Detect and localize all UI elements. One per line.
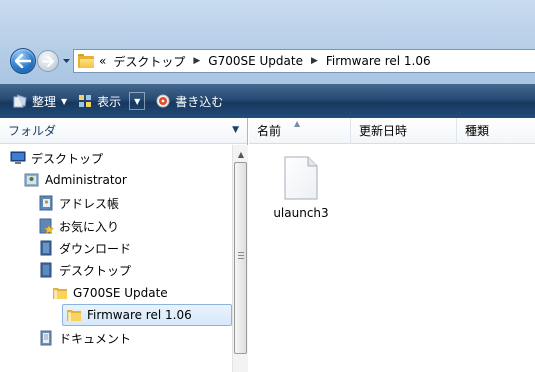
- sort-ascending-icon: ▲: [294, 118, 301, 128]
- views-dropdown[interactable]: ▼: [129, 92, 146, 110]
- chevron-down-icon: ▼: [61, 96, 68, 106]
- back-arrow-icon: [15, 54, 31, 68]
- scroll-thumb[interactable]: [234, 162, 247, 354]
- tree-item-label: デスクトップ: [31, 151, 104, 166]
- tree-item-desktop-folder[interactable]: デスクトップ: [38, 259, 131, 281]
- organize-button[interactable]: 整理 ▼: [8, 90, 73, 112]
- recent-pages-dropdown[interactable]: [61, 50, 71, 72]
- user-folder-icon: [24, 172, 40, 188]
- folder-tree: デスクトップ Administrator アドレス帳 お気に入り ダウンロード …: [0, 145, 232, 372]
- forward-button[interactable]: [37, 50, 59, 72]
- documents-icon: [38, 330, 54, 346]
- folders-header-label: フォルダ: [8, 124, 57, 138]
- folder-icon: [78, 53, 94, 68]
- tree-item-g700se-update[interactable]: G700SE Update: [52, 282, 168, 304]
- desktop-folder-icon: [38, 262, 54, 278]
- tree-item-favorites[interactable]: お気に入り: [38, 215, 119, 237]
- address-bar[interactable]: « デスクトップ ▶ G700SE Update ▶ Firmware rel …: [73, 49, 535, 73]
- breadcrumb-desktop[interactable]: デスクトップ: [110, 53, 188, 70]
- breadcrumb-separator-icon[interactable]: ▶: [306, 56, 323, 66]
- tree-item-documents[interactable]: ドキュメント: [38, 327, 131, 349]
- folders-header[interactable]: フォルダ ▼: [0, 118, 247, 144]
- command-bar: 整理 ▼ 表示 ▼ 書き込む: [0, 84, 535, 118]
- forward-arrow-icon: [42, 55, 54, 67]
- back-button[interactable]: [10, 48, 36, 74]
- breadcrumb-g700se-update[interactable]: G700SE Update: [205, 54, 306, 68]
- file-list-pane: 名前 ▲ 更新日時 種類 ulaunch3: [249, 117, 535, 372]
- desktop-icon: [10, 150, 26, 166]
- downloads-icon: [38, 240, 54, 256]
- tree-item-contacts[interactable]: アドレス帳: [38, 192, 119, 214]
- column-name[interactable]: 名前 ▲: [249, 117, 351, 144]
- navigation-row: « デスクトップ ▶ G700SE Update ▶ Firmware rel …: [10, 46, 535, 76]
- tree-item-administrator[interactable]: Administrator: [24, 169, 127, 191]
- tree-item-label: アドレス帳: [59, 196, 120, 211]
- tree-item-label: お気に入り: [59, 219, 120, 234]
- folder-icon: [52, 285, 68, 301]
- views-button[interactable]: 表示: [73, 90, 127, 112]
- file-name: ulaunch3: [273, 206, 329, 220]
- tree-item-downloads[interactable]: ダウンロード: [38, 237, 131, 259]
- breadcrumb-separator-icon[interactable]: ▶: [188, 56, 205, 66]
- contacts-icon: [38, 195, 54, 211]
- address-overflow[interactable]: «: [99, 54, 110, 68]
- column-name-label: 名前: [257, 124, 282, 138]
- scroll-grip-icon: [238, 252, 244, 259]
- folder-icon: [66, 307, 82, 323]
- tree-item-label: Firmware rel 1.06: [87, 308, 192, 322]
- chevron-down-icon: [62, 59, 70, 63]
- views-label: 表示: [97, 94, 122, 109]
- folders-pane: フォルダ ▼ デスクトップ Administrator アドレス帳 お気に入り …: [0, 118, 248, 372]
- favorites-icon: [38, 218, 55, 234]
- chevron-down-icon[interactable]: ▼: [232, 125, 239, 135]
- file-item-ulaunch3[interactable]: ulaunch3: [271, 156, 331, 236]
- tree-item-desktop[interactable]: デスクトップ: [10, 147, 103, 169]
- tree-item-label: G700SE Update: [73, 286, 168, 300]
- burn-disc-icon: [155, 93, 171, 109]
- scroll-up-icon[interactable]: ▲: [233, 147, 249, 161]
- breadcrumb-firmware[interactable]: Firmware rel 1.06: [323, 54, 434, 68]
- organize-icon: [12, 93, 28, 109]
- organize-label: 整理: [32, 94, 57, 109]
- blank-file-icon: [284, 156, 318, 200]
- column-date-modified[interactable]: 更新日時: [351, 117, 457, 144]
- column-header: 名前 ▲ 更新日時 種類: [249, 117, 535, 144]
- tree-item-label: ドキュメント: [59, 331, 132, 346]
- tree-item-firmware-rel[interactable]: Firmware rel 1.06: [62, 304, 232, 326]
- chevron-down-icon: ▼: [134, 96, 141, 106]
- column-type[interactable]: 種類: [457, 118, 535, 144]
- burn-label: 書き込む: [175, 94, 224, 109]
- tree-item-label: Administrator: [45, 173, 127, 187]
- burn-button[interactable]: 書き込む: [151, 90, 229, 112]
- folder-tree-scrollbar[interactable]: ▲: [232, 145, 248, 372]
- column-type-label: 種類: [465, 124, 490, 138]
- tree-item-label: ダウンロード: [59, 241, 132, 256]
- tree-item-label: デスクトップ: [59, 263, 132, 278]
- column-date-label: 更新日時: [359, 124, 408, 138]
- views-icon: [77, 93, 93, 109]
